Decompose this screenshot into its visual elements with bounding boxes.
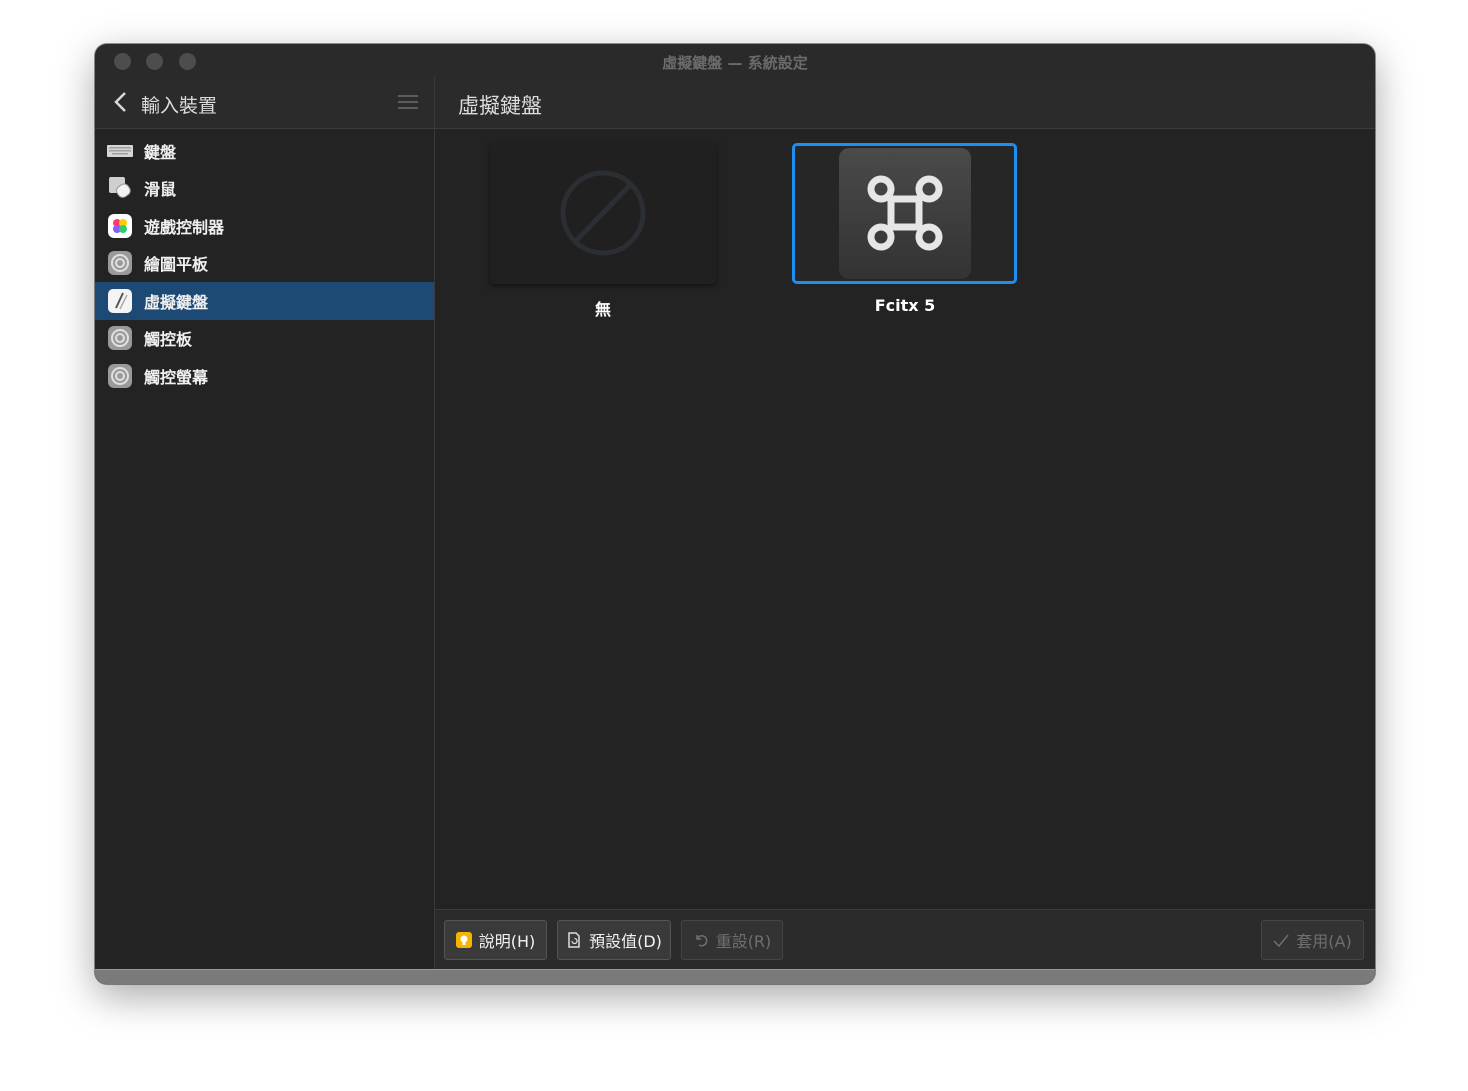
option-fcitx5[interactable]: Fcitx 5: [792, 143, 1018, 315]
sidebar-list: 鍵盤 滑鼠 遊戲控制器 繪圖平板 虛擬鍵盤 觸控板 觸控螢幕: [95, 129, 434, 395]
settings-gear-icon: [107, 363, 133, 389]
sidebar-item-virtual-keyboard[interactable]: 虛擬鍵盤: [95, 282, 434, 320]
help-button-label: 說明(H): [478, 932, 536, 951]
sidebar-item-label: 鍵盤: [144, 142, 177, 162]
sidebar-item-keyboard[interactable]: 鍵盤: [95, 132, 434, 170]
sidebar-item-label: 虛擬鍵盤: [144, 292, 209, 312]
defaults-button-label: 預設值(D): [589, 932, 662, 951]
apply-button[interactable]: 套用(A): [1261, 920, 1364, 960]
lightbulb-icon: [455, 932, 472, 948]
option-thumbnail-selected: [792, 143, 1017, 284]
sidebar-item-label: 觸控螢幕: [144, 367, 209, 387]
option-thumbnail: [490, 143, 716, 284]
defaults-button[interactable]: 預設值(D): [557, 920, 671, 960]
apply-button-label: 套用(A): [1296, 932, 1352, 951]
document-revert-icon: [568, 932, 580, 948]
virtual-keyboard-icon: [107, 288, 133, 314]
sidebar-item-mouse[interactable]: 滑鼠: [95, 170, 434, 208]
sidebar-header: 輸入裝置: [95, 77, 434, 129]
undo-icon: [695, 935, 708, 947]
keyboard-icon: [107, 138, 133, 164]
main-header: 虛擬鍵盤: [435, 77, 1375, 129]
settings-gear-icon: [107, 325, 133, 351]
sidebar: 輸入裝置 鍵盤 滑鼠 遊戲控制器 繪圖平板 虛擬鍵盤 觸控板 觸控螢幕: [95, 77, 435, 970]
settings-gear-icon: [107, 250, 133, 276]
sidebar-item-game-controller[interactable]: 遊戲控制器: [95, 207, 434, 245]
game-controller-icon: [107, 213, 133, 239]
hamburger-menu-icon[interactable]: [398, 94, 418, 110]
sidebar-item-touchpad[interactable]: 觸控板: [95, 320, 434, 358]
page-title: 虛擬鍵盤: [458, 94, 542, 118]
footer-toolbar: 說明(H) 預設值(D) 重設(R) 套用(A): [435, 909, 1375, 970]
sidebar-item-drawing-tablet[interactable]: 繪圖平板: [95, 245, 434, 283]
main-panel: 虛擬鍵盤 無 Fcitx 5 說明(H) 預設值(D) 重設(R) 套用(A): [435, 77, 1375, 970]
sidebar-item-label: 繪圖平板: [144, 255, 209, 275]
mouse-icon: [107, 175, 133, 201]
back-chevron-icon[interactable]: [113, 91, 129, 113]
sidebar-item-label: 觸控板: [144, 330, 193, 350]
option-none[interactable]: 無: [490, 143, 716, 320]
window-title: 虛擬鍵盤 — 系統設定: [662, 54, 808, 72]
window-bottom-edge: [95, 969, 1375, 984]
help-button[interactable]: 說明(H): [444, 920, 547, 960]
option-label: Fcitx 5: [874, 296, 936, 315]
reset-button-label: 重設(R): [715, 932, 772, 951]
option-label: 無: [594, 300, 611, 319]
settings-window: 虛擬鍵盤 — 系統設定 輸入裝置 鍵盤 滑鼠 遊戲控制器 繪圖平板 虛擬鍵盤 觸…: [95, 44, 1375, 984]
sidebar-item-label: 滑鼠: [144, 180, 177, 200]
sidebar-title: 輸入裝置: [141, 95, 218, 117]
command-key-icon: [839, 148, 971, 279]
checkmark-icon: [1273, 934, 1289, 948]
title-bar: 虛擬鍵盤 — 系統設定: [95, 44, 1375, 77]
sidebar-item-touchscreen[interactable]: 觸控螢幕: [95, 357, 434, 395]
none-icon: [560, 170, 646, 256]
reset-button[interactable]: 重設(R): [681, 920, 783, 960]
sidebar-item-label: 遊戲控制器: [144, 217, 225, 237]
